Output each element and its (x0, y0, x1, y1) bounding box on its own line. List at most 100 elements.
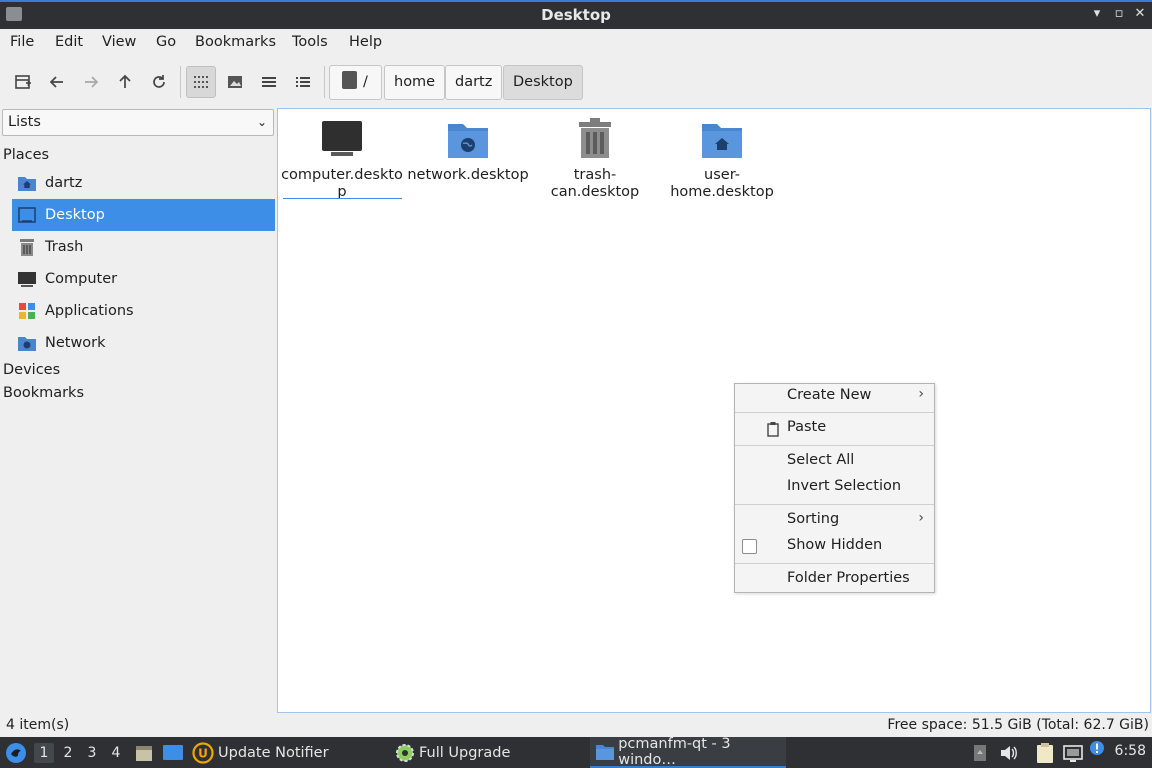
image-icon (228, 76, 242, 88)
desktop-icon (17, 205, 37, 225)
menu-item-create-new[interactable]: Create New › (735, 384, 934, 410)
menu-separator (735, 563, 934, 564)
trash-icon (573, 115, 617, 159)
list-icon (262, 77, 276, 87)
sidebar-item-trash[interactable]: Trash (12, 231, 275, 263)
clipboard-manager-icon[interactable] (1035, 742, 1055, 768)
menu-go[interactable]: Go (156, 34, 176, 50)
menu-item-sorting[interactable]: Sorting › (735, 508, 934, 534)
network-folder-icon (446, 115, 490, 159)
menu-item-label: Show Hidden (787, 537, 883, 553)
workspace-2[interactable]: 2 (58, 743, 78, 763)
usb-drive-icon[interactable] (972, 744, 988, 766)
new-tab-button[interactable] (8, 66, 38, 98)
sidebar-item-computer[interactable]: Computer (12, 263, 275, 295)
folder-icon (596, 744, 614, 760)
sidebar-item-label: Trash (45, 239, 84, 255)
workspace-4[interactable]: 4 (106, 743, 126, 763)
status-bar: 4 item(s) Free space: 51.5 GiB (Total: 6… (0, 713, 1152, 737)
context-menu: Create New › Paste Select All Invert Sel… (734, 383, 935, 593)
arrow-up-icon (119, 74, 131, 88)
bookmarks-section-label[interactable]: Bookmarks (3, 385, 84, 401)
window-titlebar: Desktop ▾ ▫ ✕ (0, 0, 1152, 29)
applications-icon (17, 301, 37, 321)
menu-file[interactable]: File (10, 34, 34, 50)
sidebar: Lists ⌄ Places dartz Desktop Trash Compu… (0, 107, 276, 713)
sidebar-mode-label: Lists (8, 114, 41, 130)
compact-view-button[interactable] (254, 66, 284, 98)
close-icon[interactable]: ✕ (1131, 5, 1149, 23)
maximize-icon[interactable]: ▫ (1110, 5, 1128, 23)
volume-icon[interactable] (999, 744, 1019, 766)
menubar: File Edit View Go Bookmarks Tools Help (0, 29, 1152, 57)
thumbnail-view-button[interactable] (220, 66, 250, 98)
file-item-trash-can[interactable]: trash-can.desktop (533, 115, 657, 201)
menu-item-label: Folder Properties (787, 570, 910, 586)
file-manager-launcher-icon[interactable] (134, 743, 154, 767)
menu-tools[interactable]: Tools (292, 34, 328, 50)
start-menu-icon[interactable] (5, 742, 27, 768)
sidebar-item-applications[interactable]: Applications (12, 295, 275, 327)
reload-button[interactable] (144, 66, 174, 98)
file-view[interactable]: computer.desktop network.desktop trash-c… (277, 108, 1151, 713)
menu-edit[interactable]: Edit (55, 34, 83, 50)
task-update-notifier[interactable]: U Update Notifier (192, 737, 387, 768)
task-full-upgrade[interactable]: Full Upgrade (394, 737, 584, 768)
clipboard-icon (766, 421, 780, 441)
menu-item-select-all[interactable]: Select All (735, 449, 934, 475)
chevron-down-icon: ⌄ (256, 115, 267, 129)
workspace-1[interactable]: 1 (34, 743, 54, 763)
file-item-computer[interactable]: computer.desktop (280, 115, 404, 201)
task-label: Full Upgrade (419, 744, 511, 761)
update-notifier-icon: U (192, 741, 214, 764)
home-folder-icon (700, 115, 744, 159)
new-tab-icon (15, 75, 31, 89)
devices-section-label[interactable]: Devices (3, 362, 60, 378)
gear-icon (396, 743, 414, 762)
file-item-user-home[interactable]: user-home.desktop (660, 115, 784, 201)
toolbar-separator (324, 66, 325, 98)
file-item-network[interactable]: network.desktop (406, 115, 530, 184)
computer-icon (17, 269, 37, 289)
file-name: network.desktop (407, 167, 529, 183)
breadcrumb-desktop[interactable]: Desktop (503, 65, 583, 100)
menu-item-paste[interactable]: Paste (735, 416, 934, 442)
network-status-icon[interactable] (1062, 743, 1084, 767)
menu-item-label: Create New (787, 387, 872, 403)
workspace-3[interactable]: 3 (82, 743, 102, 763)
menu-item-invert-selection[interactable]: Invert Selection (735, 475, 934, 501)
menu-help[interactable]: Help (349, 34, 382, 50)
clock[interactable]: 6:58 (1115, 743, 1146, 759)
breadcrumb-home[interactable]: home (384, 65, 446, 100)
task-pcmanfm-qt[interactable]: pcmanfm-qt - 3 windo… (590, 736, 786, 768)
back-button[interactable] (42, 66, 72, 98)
sidebar-item-desktop[interactable]: Desktop (12, 199, 275, 231)
sidebar-item-dartz[interactable]: dartz (12, 167, 275, 199)
arrow-left-icon (49, 76, 63, 88)
places-section-label[interactable]: Places (3, 147, 49, 163)
minimize-icon[interactable]: ▾ (1088, 5, 1106, 23)
breadcrumb-root[interactable]: / (329, 65, 382, 100)
detailed-view-button[interactable] (288, 66, 318, 98)
show-hidden-checkbox[interactable] (742, 539, 757, 554)
sidebar-item-network[interactable]: Network (12, 327, 275, 359)
sidebar-mode-select[interactable]: Lists ⌄ (2, 109, 274, 136)
menu-separator (735, 412, 934, 413)
forward-button[interactable] (76, 66, 106, 98)
menu-item-label: Paste (787, 419, 827, 435)
icon-view-button[interactable] (186, 66, 216, 98)
sidebar-item-label: Network (45, 335, 106, 351)
menu-view[interactable]: View (102, 34, 136, 50)
show-desktop-icon[interactable] (162, 744, 184, 766)
menu-bookmarks[interactable]: Bookmarks (195, 34, 276, 50)
menu-separator (735, 445, 934, 446)
file-name: computer.desktop (281, 167, 403, 200)
up-button[interactable] (110, 66, 140, 98)
toolbar: / home dartz Desktop (0, 57, 1152, 107)
menu-item-show-hidden[interactable]: Show Hidden (735, 534, 934, 560)
grid-view-icon (194, 76, 208, 88)
menu-item-folder-properties[interactable]: Folder Properties (735, 567, 934, 593)
notification-icon[interactable] (1089, 740, 1105, 760)
chevron-right-icon: › (918, 386, 924, 402)
breadcrumb-dartz[interactable]: dartz (445, 65, 503, 100)
